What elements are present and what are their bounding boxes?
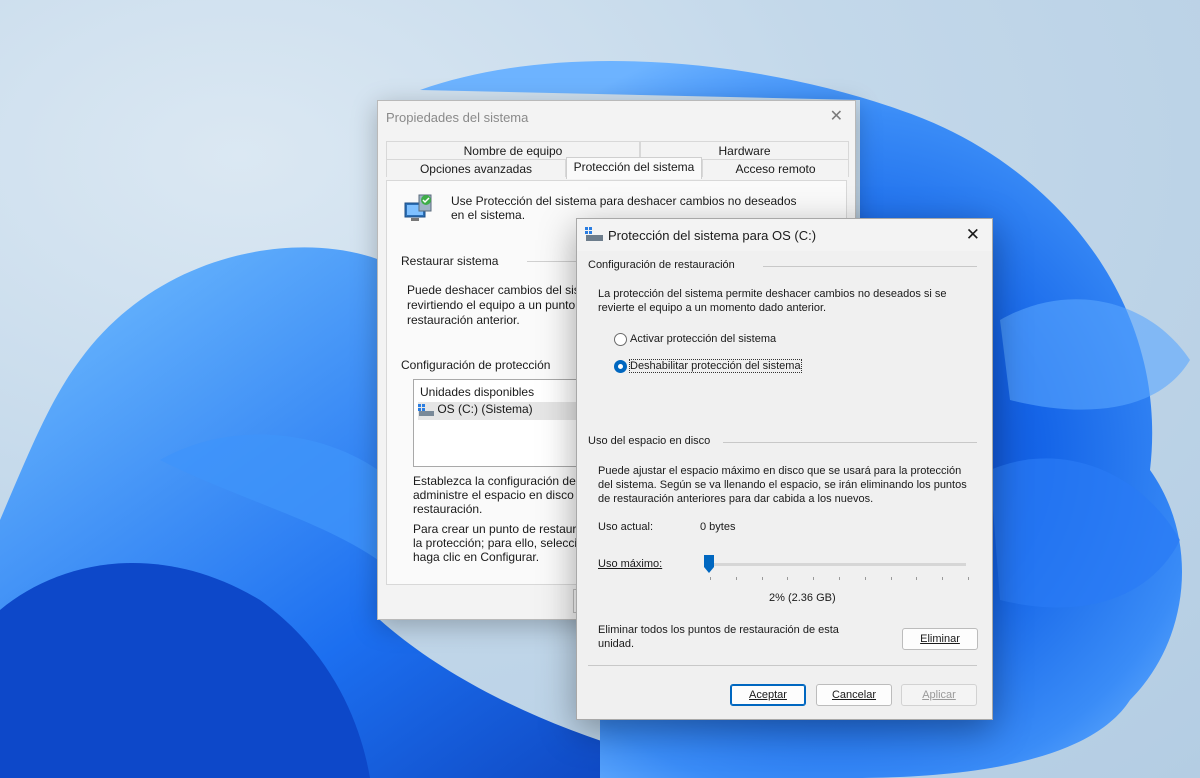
drive-icon <box>418 403 434 416</box>
cancel-button-label: Cancelar <box>831 689 877 701</box>
slider-tick <box>942 577 944 580</box>
disable-protection-radio[interactable] <box>614 360 627 373</box>
intro-text-line2: en el sistema. <box>451 208 526 222</box>
slider-tick <box>813 577 815 580</box>
divider <box>723 442 977 443</box>
max-usage-slider-thumb[interactable] <box>704 555 714 573</box>
restore-settings-label: Configuración de restauración <box>588 259 735 271</box>
apply-button[interactable]: Aplicar <box>901 684 977 706</box>
cancel-button[interactable]: Cancelar <box>816 684 892 706</box>
ok-button[interactable]: Aceptar <box>730 684 806 706</box>
enable-protection-label[interactable]: Activar protección del sistema <box>630 333 776 345</box>
delete-button[interactable]: Eliminar <box>902 628 978 650</box>
tab-bar: Nombre de equipo Hardware Opciones avanz… <box>386 141 849 181</box>
drives-list[interactable]: Unidades disponibles OS (C:) (Sistema) <box>413 379 583 467</box>
create-text-line1: Para crear un punto de restaura <box>413 522 584 536</box>
config-text-line1: Establezca la configuración de <box>413 474 576 488</box>
tab-system-protection[interactable]: Protección del sistema <box>566 157 702 179</box>
restore-system-label: Restaurar sistema <box>401 254 499 268</box>
slider-tick <box>839 577 840 580</box>
drive-icon <box>585 227 603 241</box>
disk-desc-line1: Puede ajustar el espacio máximo en disco… <box>598 465 962 477</box>
list-item[interactable]: OS (C:) (Sistema) <box>418 402 578 420</box>
create-text-line2: la protección; para ello, selecci <box>413 536 578 550</box>
restore-desc-line1: La protección del sistema permite deshac… <box>598 288 947 300</box>
max-usage-value: 2% (2.36 GB) <box>769 592 836 604</box>
disable-protection-label[interactable]: Deshabilitar protección del sistema <box>629 359 802 373</box>
divider <box>763 266 977 267</box>
intro-text-line1: Use Protección del sistema para deshacer… <box>451 194 797 208</box>
window-title: Propiedades del sistema <box>386 110 529 125</box>
restore-desc-line2: revierte el equipo a un momento dado ant… <box>598 302 827 314</box>
slider-tick <box>890 577 892 580</box>
divider <box>588 665 977 666</box>
disk-desc-line2: del sistema. Según se va llenando el esp… <box>598 479 967 491</box>
disk-usage-label: Uso del espacio en disco <box>588 435 711 447</box>
protection-config-label: Configuración de protección <box>401 358 551 372</box>
max-usage-label: Uso máximo: <box>598 558 663 570</box>
slider-tick <box>710 577 711 580</box>
slider-tick <box>735 577 737 580</box>
config-text-line2: administre el espacio en disco <box>413 488 574 502</box>
tab-advanced-options[interactable]: Opciones avanzadas <box>386 159 566 177</box>
delete-button-label: Eliminar <box>920 633 960 645</box>
delete-desc-line1: Eliminar todos los puntos de restauració… <box>598 624 839 636</box>
slider-tick <box>968 577 969 580</box>
title-bar: Propiedades del sistema ✕ <box>378 101 855 133</box>
slider-tick <box>787 577 789 580</box>
restore-text-line3: restauración anterior. <box>407 313 520 327</box>
close-icon[interactable]: ✕ <box>830 109 843 125</box>
divider <box>527 261 577 262</box>
config-text-line3: restauración. <box>413 502 483 516</box>
restore-text-line2: revirtiendo el equipo a un punto c <box>407 298 585 312</box>
current-usage-value: 0 bytes <box>700 521 736 533</box>
slider-tick <box>864 577 866 580</box>
ok-button-label: Aceptar <box>749 689 787 701</box>
apply-button-label: Aplicar <box>922 689 956 701</box>
create-text-line3: haga clic en Configurar. <box>413 550 540 564</box>
max-usage-slider-track[interactable] <box>708 563 966 566</box>
restore-text-line1: Puede deshacer cambios del sis <box>407 283 580 297</box>
tab-remote-access[interactable]: Acceso remoto <box>702 159 849 177</box>
dialog-title: Protección del sistema para OS (C:) <box>608 228 817 243</box>
slider-tick <box>916 577 918 580</box>
system-protection-icon <box>404 194 432 221</box>
delete-desc-line2: unidad. <box>598 638 635 650</box>
current-usage-label: Uso actual: <box>598 521 654 533</box>
dialog-title-bar: Protección del sistema para OS (C:) ✕ <box>577 219 992 251</box>
system-protection-dialog: Protección del sistema para OS (C:) ✕ Co… <box>576 218 993 720</box>
list-item-label: OS (C:) (Sistema) <box>437 402 533 416</box>
slider-tick <box>761 577 763 580</box>
close-icon[interactable]: ✕ <box>966 226 980 243</box>
disk-desc-line3: de restauración anteriores para dar cabi… <box>598 493 874 505</box>
list-header: Unidades disponibles <box>420 385 535 399</box>
enable-protection-radio[interactable] <box>614 333 627 346</box>
